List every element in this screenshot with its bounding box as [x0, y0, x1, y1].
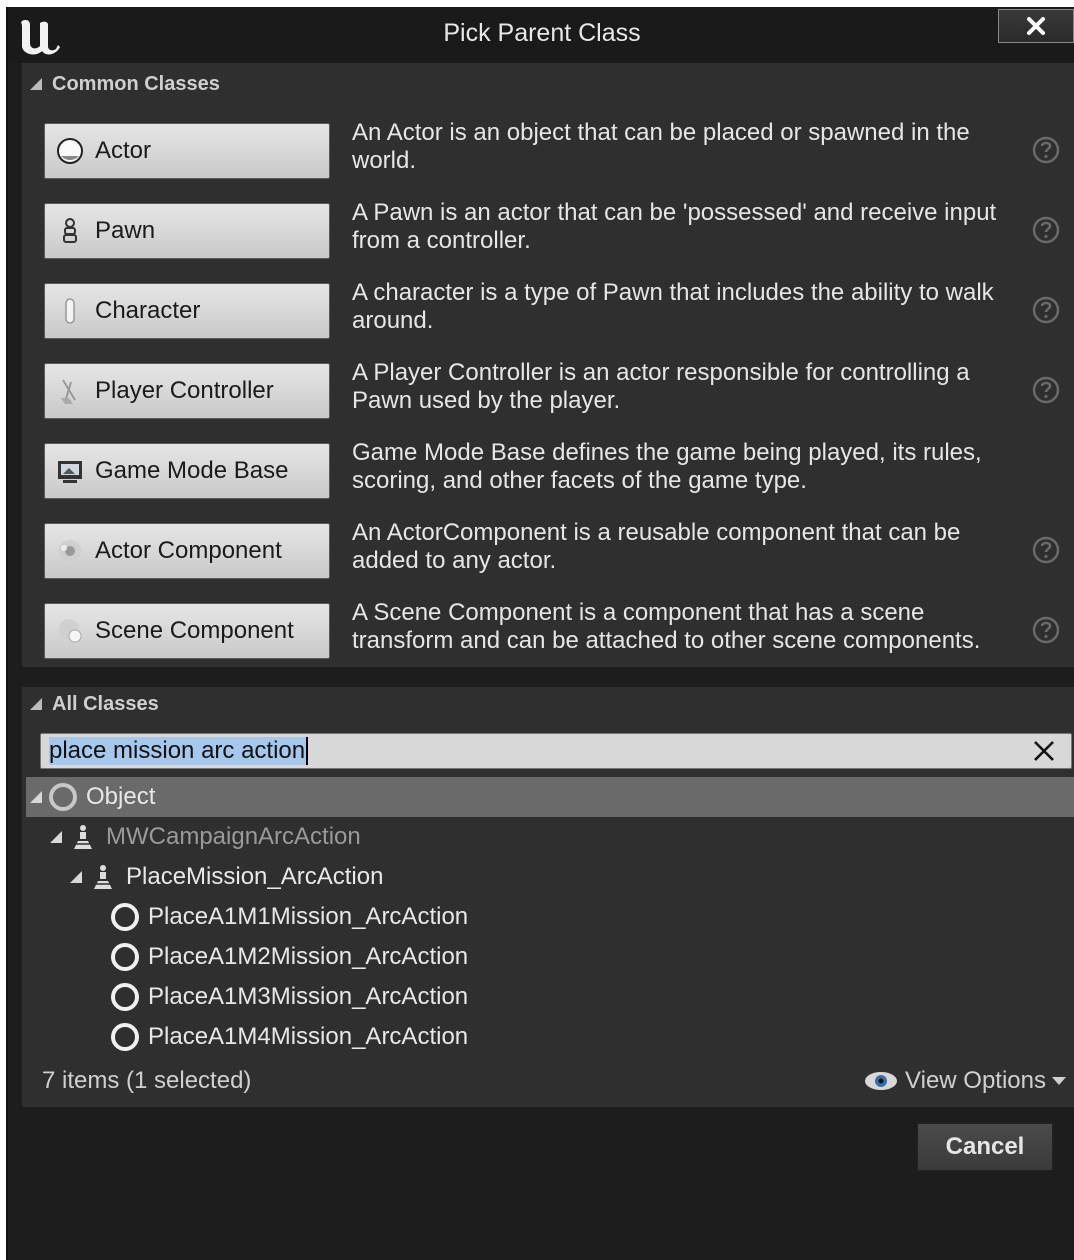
- class-tree-item[interactable]: MWCampaignArcAction: [26, 817, 1074, 857]
- class-tree-label: Object: [86, 783, 156, 810]
- class-tree-item[interactable]: PlaceA1M2Mission_ArcAction: [26, 937, 1074, 977]
- class-button-label: Character: [95, 297, 201, 324]
- class-description: A character is a type of Pawn that inclu…: [352, 279, 994, 334]
- actor-component-button[interactable]: Actor Component: [44, 523, 330, 579]
- actor-class-icon: [86, 860, 120, 894]
- pick-parent-class-dialog: Pick Parent Class Common Classes Actor An…: [6, 7, 1074, 1260]
- class-tree-label: PlaceA1M4Mission_ArcAction: [148, 1023, 469, 1050]
- common-class-row: Scene Component A Scene Component is a co…: [22, 599, 1074, 679]
- class-button-label: Player Controller: [95, 377, 274, 404]
- search-input-value: place mission arc action: [49, 737, 309, 765]
- class-button-label: Game Mode Base: [95, 457, 289, 484]
- object-circle-icon: [108, 940, 142, 974]
- help-icon[interactable]: [1031, 135, 1061, 165]
- common-classes-header[interactable]: Common Classes: [22, 67, 220, 101]
- expand-arrow-icon[interactable]: [70, 871, 82, 883]
- collapse-arrow-icon: [30, 698, 42, 710]
- class-description: An Actor is an object that can be placed…: [352, 119, 970, 174]
- object-circle-icon: [46, 780, 80, 814]
- class-tree-label: MWCampaignArcAction: [106, 823, 361, 850]
- help-icon[interactable]: [1031, 295, 1061, 325]
- close-icon: [1027, 17, 1045, 35]
- all-classes-panel: All Classes place mission arc action Obj…: [22, 687, 1074, 1107]
- game-mode-base-button[interactable]: Game Mode Base: [44, 443, 330, 499]
- help-icon[interactable]: [1031, 375, 1061, 405]
- object-circle-icon: [108, 1020, 142, 1054]
- common-class-row: Actor An Actor is an object that can be p…: [22, 119, 1074, 199]
- view-options-label: View Options: [905, 1067, 1046, 1094]
- common-classes-panel: Common Classes Actor An Actor is an objec…: [22, 63, 1074, 667]
- class-tree-item[interactable]: PlaceA1M3Mission_ArcAction: [26, 977, 1074, 1017]
- class-tree-label: PlaceA1M1Mission_ArcAction: [148, 903, 469, 930]
- section-title: All Classes: [52, 692, 159, 715]
- character-button[interactable]: Character: [44, 283, 330, 339]
- help-icon[interactable]: [1031, 215, 1061, 245]
- title-bar: Pick Parent Class: [8, 7, 1074, 63]
- pawn-icon: [53, 214, 87, 248]
- class-description: An ActorComponent is a reusable componen…: [352, 519, 961, 574]
- help-icon[interactable]: [1031, 535, 1061, 565]
- class-tree-label: PlaceMission_ArcAction: [126, 863, 384, 890]
- class-tree-item[interactable]: PlaceA1M1Mission_ArcAction: [26, 897, 1074, 937]
- all-classes-header[interactable]: All Classes: [22, 687, 159, 721]
- game-mode-icon: [53, 454, 87, 488]
- view-options-button[interactable]: View Options: [863, 1067, 1066, 1095]
- class-button-label: Pawn: [95, 217, 156, 244]
- class-tree-label: PlaceA1M2Mission_ArcAction: [148, 943, 469, 970]
- close-button[interactable]: [998, 9, 1074, 43]
- actor-class-icon: [66, 820, 100, 854]
- class-search-input[interactable]: place mission arc action: [40, 733, 1072, 769]
- common-class-row: Character A character is a type of Pawn t…: [22, 279, 1074, 359]
- class-tree-item[interactable]: Object: [26, 777, 1074, 817]
- actor-icon: [53, 134, 87, 168]
- class-tree-label: PlaceA1M3Mission_ArcAction: [148, 983, 469, 1010]
- class-button-label: Actor Component: [95, 537, 282, 564]
- actor-component-icon: [53, 534, 87, 568]
- scene-component-icon: [53, 614, 87, 648]
- class-description: Game Mode Base defines the game being pl…: [352, 439, 982, 494]
- common-class-row: Player Controller A Player Controller is …: [22, 359, 1074, 439]
- pawn-button[interactable]: Pawn: [44, 203, 330, 259]
- collapse-arrow-icon: [30, 78, 42, 90]
- help-icon[interactable]: [1031, 615, 1061, 645]
- chevron-down-icon: [1052, 1077, 1066, 1085]
- player-controller-button[interactable]: Player Controller: [44, 363, 330, 419]
- eye-icon: [865, 1072, 898, 1090]
- class-description: A Scene Component is a component that ha…: [352, 599, 981, 654]
- actor-button[interactable]: Actor: [44, 123, 330, 179]
- class-button-label: Actor: [95, 137, 152, 164]
- common-class-row: Actor Component An ActorComponent is a re…: [22, 519, 1074, 599]
- expand-arrow-icon[interactable]: [50, 831, 62, 843]
- scene-component-button[interactable]: Scene Component: [44, 603, 330, 659]
- class-tree-item[interactable]: PlaceMission_ArcAction: [26, 857, 1074, 897]
- class-tree-item[interactable]: PlaceA1M4Mission_ArcAction: [26, 1017, 1074, 1057]
- common-class-row: Pawn A Pawn is an actor that can be 'poss…: [22, 199, 1074, 279]
- cancel-button[interactable]: Cancel: [917, 1123, 1053, 1171]
- expand-arrow-icon[interactable]: [30, 791, 42, 803]
- clear-search-icon[interactable]: [1031, 738, 1057, 764]
- section-title: Common Classes: [52, 72, 220, 95]
- common-class-row: Game Mode Base Game Mode Base defines the…: [22, 439, 1074, 519]
- character-icon: [53, 294, 87, 328]
- class-button-label: Scene Component: [95, 617, 294, 644]
- items-count-status: 7 items (1 selected): [42, 1067, 252, 1094]
- class-description: A Player Controller is an actor responsi…: [352, 359, 970, 414]
- object-circle-icon: [108, 980, 142, 1014]
- class-description: A Pawn is an actor that can be 'possesse…: [352, 199, 997, 254]
- player-controller-icon: [53, 374, 87, 408]
- dialog-title: Pick Parent Class: [443, 19, 641, 47]
- object-circle-icon: [108, 900, 142, 934]
